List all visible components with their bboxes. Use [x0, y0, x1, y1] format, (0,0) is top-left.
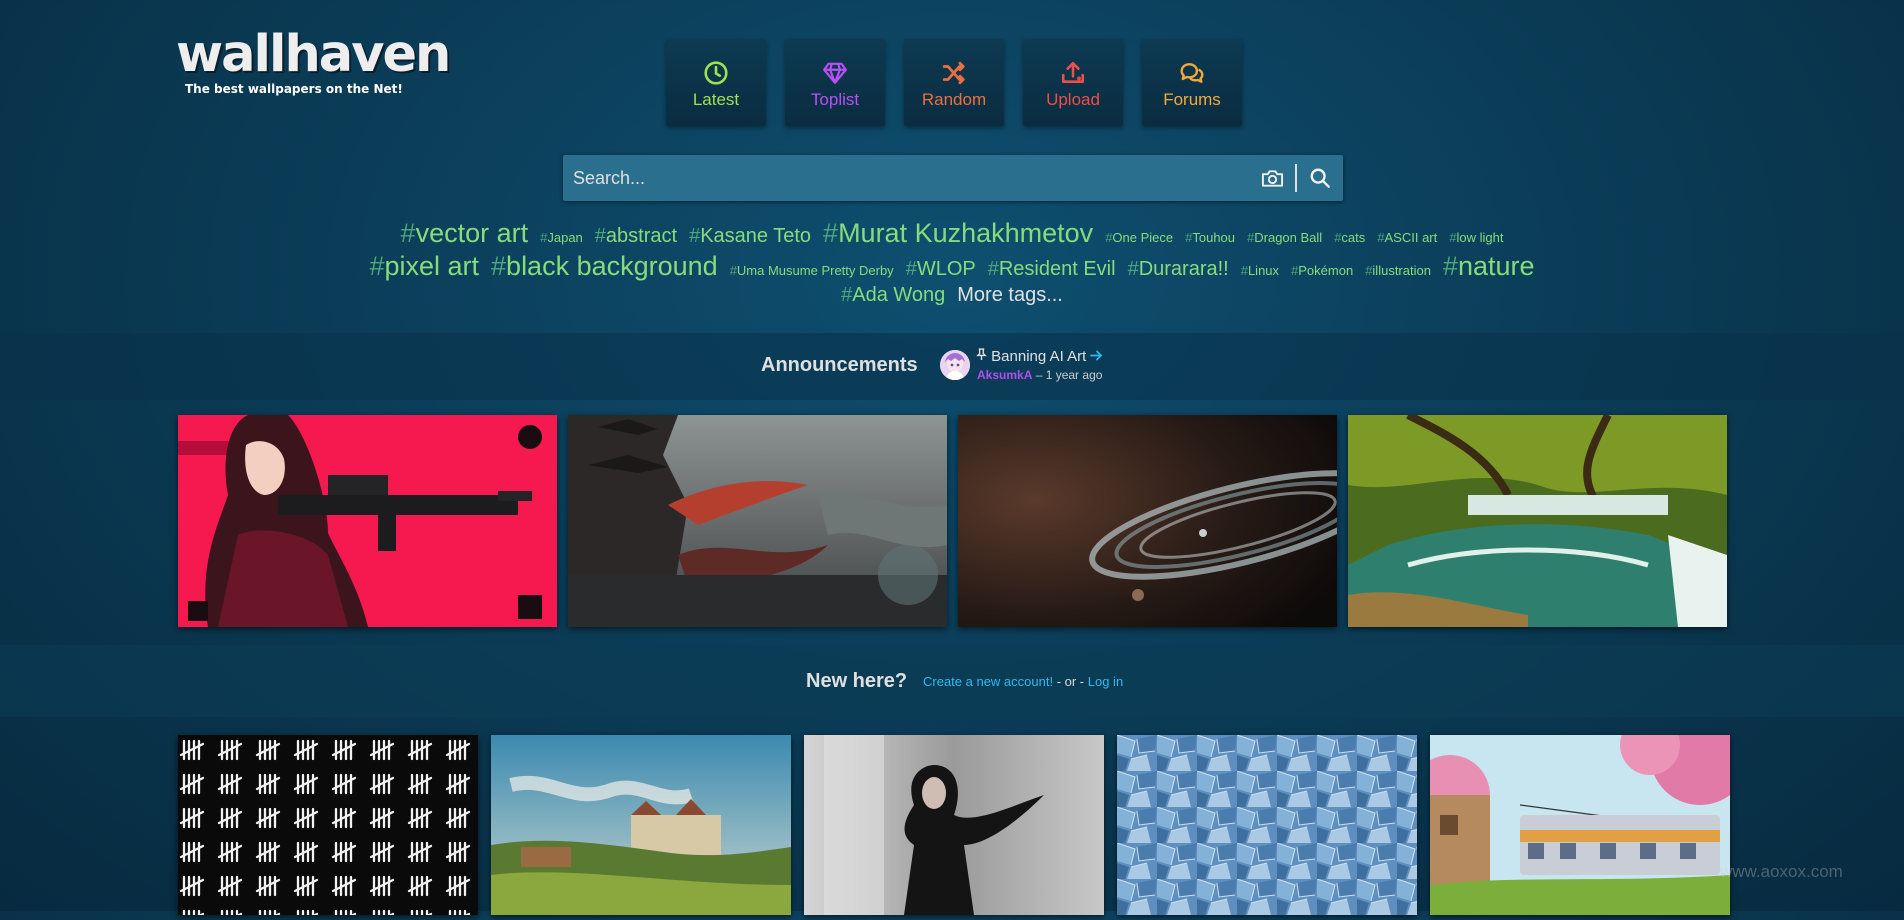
- nav-toplist-button[interactable]: Toplist: [785, 39, 885, 126]
- recent-thumb-blue-crystals[interactable]: [1117, 735, 1417, 915]
- wallpaper-image: [1117, 735, 1417, 915]
- recent-thumb-tally-pattern[interactable]: [178, 735, 478, 915]
- main-nav: Latest Toplist Random Upload Forums: [666, 39, 1242, 126]
- tag-link[interactable]: #illustration: [1365, 263, 1431, 278]
- featured-thumb-planet-rings[interactable]: [958, 415, 1387, 627]
- or-separator: - or -: [1053, 674, 1088, 689]
- camera-icon: [1261, 170, 1283, 187]
- nav-forums-label: Forums: [1163, 89, 1221, 109]
- tag-link[interactable]: #Pokémon: [1291, 263, 1353, 278]
- tag-link[interactable]: #Touhou: [1185, 230, 1235, 245]
- tag-link[interactable]: #low light: [1449, 230, 1503, 245]
- search-icon: [1310, 168, 1330, 188]
- tag-row: #pixel art #black background #Uma Musume…: [300, 251, 1604, 282]
- meta-separator: –: [1032, 368, 1046, 382]
- avatar-image: [940, 350, 970, 380]
- search-button[interactable]: [1297, 155, 1343, 201]
- more-tags-link[interactable]: More tags...: [957, 284, 1063, 307]
- tag-link[interactable]: #vector art: [401, 218, 529, 249]
- tag-link[interactable]: #Uma Musume Pretty Derby: [730, 263, 894, 278]
- wallpaper-image: [568, 415, 947, 627]
- image-search-button[interactable]: [1249, 155, 1295, 201]
- recent-thumb-castle-painting[interactable]: [491, 735, 791, 915]
- tag-link[interactable]: #One Piece: [1105, 230, 1173, 245]
- nav-toplist-label: Toplist: [810, 89, 860, 109]
- nav-forums-button[interactable]: Forums: [1142, 39, 1242, 126]
- wallpaper-image: [491, 735, 791, 915]
- popular-tags: #vector art #Japan #abstract #Kasane Tet…: [300, 218, 1604, 307]
- comments-icon: [1180, 62, 1204, 83]
- tag-row: #Ada Wong More tags...: [300, 284, 1604, 307]
- announcement-meta: AksumkA – 1 year ago: [977, 368, 1102, 382]
- nav-random-button[interactable]: Random: [904, 39, 1004, 126]
- featured-wallpapers: [178, 411, 1727, 627]
- tag-link[interactable]: #WLOP: [906, 258, 976, 281]
- login-link[interactable]: Log in: [1088, 674, 1123, 689]
- new-here-label: New here?: [806, 670, 908, 692]
- logo-subtitle: The best wallpapers on the Net!: [185, 82, 403, 96]
- wallpaper-image: [958, 415, 1387, 627]
- upload-icon: [1061, 61, 1085, 83]
- pin-icon: [976, 348, 987, 360]
- account-links: Create a new account! - or - Log in: [923, 674, 1123, 689]
- logo-title: wallhaven: [176, 25, 451, 84]
- tag-link[interactable]: #Linux: [1241, 263, 1279, 278]
- featured-thumb-waterfall[interactable]: [1348, 411, 1727, 627]
- announcement-title[interactable]: Banning AI Art: [976, 348, 1103, 365]
- tag-link[interactable]: #Resident Evil: [988, 258, 1116, 281]
- tag-link[interactable]: #nature: [1443, 251, 1535, 282]
- announcements-label: Announcements: [761, 354, 918, 376]
- shuffle-icon: [942, 61, 965, 84]
- wallpaper-image: [1348, 411, 1727, 627]
- featured-thumb-dragon-temple[interactable]: [568, 415, 947, 627]
- nav-upload-button[interactable]: Upload: [1023, 39, 1123, 126]
- site-logo[interactable]: wallhaven The best wallpapers on the Net…: [176, 25, 451, 96]
- nav-latest-label: Latest: [692, 89, 740, 109]
- tag-link[interactable]: #Durarara!!: [1128, 258, 1229, 281]
- watermark: www.aoxox.com: [1720, 862, 1843, 881]
- tag-link[interactable]: #cats: [1334, 230, 1365, 245]
- wallpaper-image: [178, 415, 557, 627]
- recent-thumb-train-blossom[interactable]: [1410, 705, 1750, 915]
- search-bar: [563, 155, 1343, 201]
- diamond-icon: [823, 62, 847, 84]
- featured-thumb-anime-girl[interactable]: [178, 415, 557, 627]
- recent-wallpapers: [178, 705, 1750, 915]
- nav-latest-button[interactable]: Latest: [666, 39, 766, 126]
- wallpaper-image: [178, 735, 478, 915]
- wallpaper-image: [804, 735, 1104, 915]
- announcement-time: 1 year ago: [1045, 368, 1103, 382]
- arrow-right-icon: [1090, 350, 1103, 361]
- tag-link[interactable]: #abstract: [595, 225, 677, 248]
- nav-upload-label: Upload: [1046, 89, 1100, 109]
- tag-link[interactable]: #Dragon Ball: [1247, 230, 1322, 245]
- tag-link[interactable]: #ASCII art: [1377, 230, 1437, 245]
- tag-row: #vector art #Japan #abstract #Kasane Tet…: [300, 218, 1604, 249]
- search-input[interactable]: [563, 166, 1249, 190]
- announcement-user[interactable]: AksumkA: [977, 368, 1032, 382]
- tag-link[interactable]: #Japan: [540, 230, 583, 245]
- tag-link[interactable]: #Kasane Teto: [689, 225, 811, 248]
- tag-link[interactable]: #pixel art: [369, 251, 479, 282]
- recent-thumb-woman-black-hair[interactable]: [804, 735, 1104, 915]
- announcement-title-text: Banning AI Art: [991, 348, 1087, 365]
- tag-link[interactable]: #Murat Kuzhakhmetov: [823, 218, 1093, 249]
- avatar[interactable]: [940, 350, 970, 380]
- tag-link[interactable]: #Ada Wong: [841, 284, 945, 307]
- wallpaper-image: [1410, 705, 1750, 915]
- nav-random-label: Random: [921, 89, 987, 109]
- create-account-link[interactable]: Create a new account!: [923, 674, 1053, 689]
- clock-icon: [704, 60, 728, 85]
- tag-link[interactable]: #black background: [491, 251, 718, 282]
